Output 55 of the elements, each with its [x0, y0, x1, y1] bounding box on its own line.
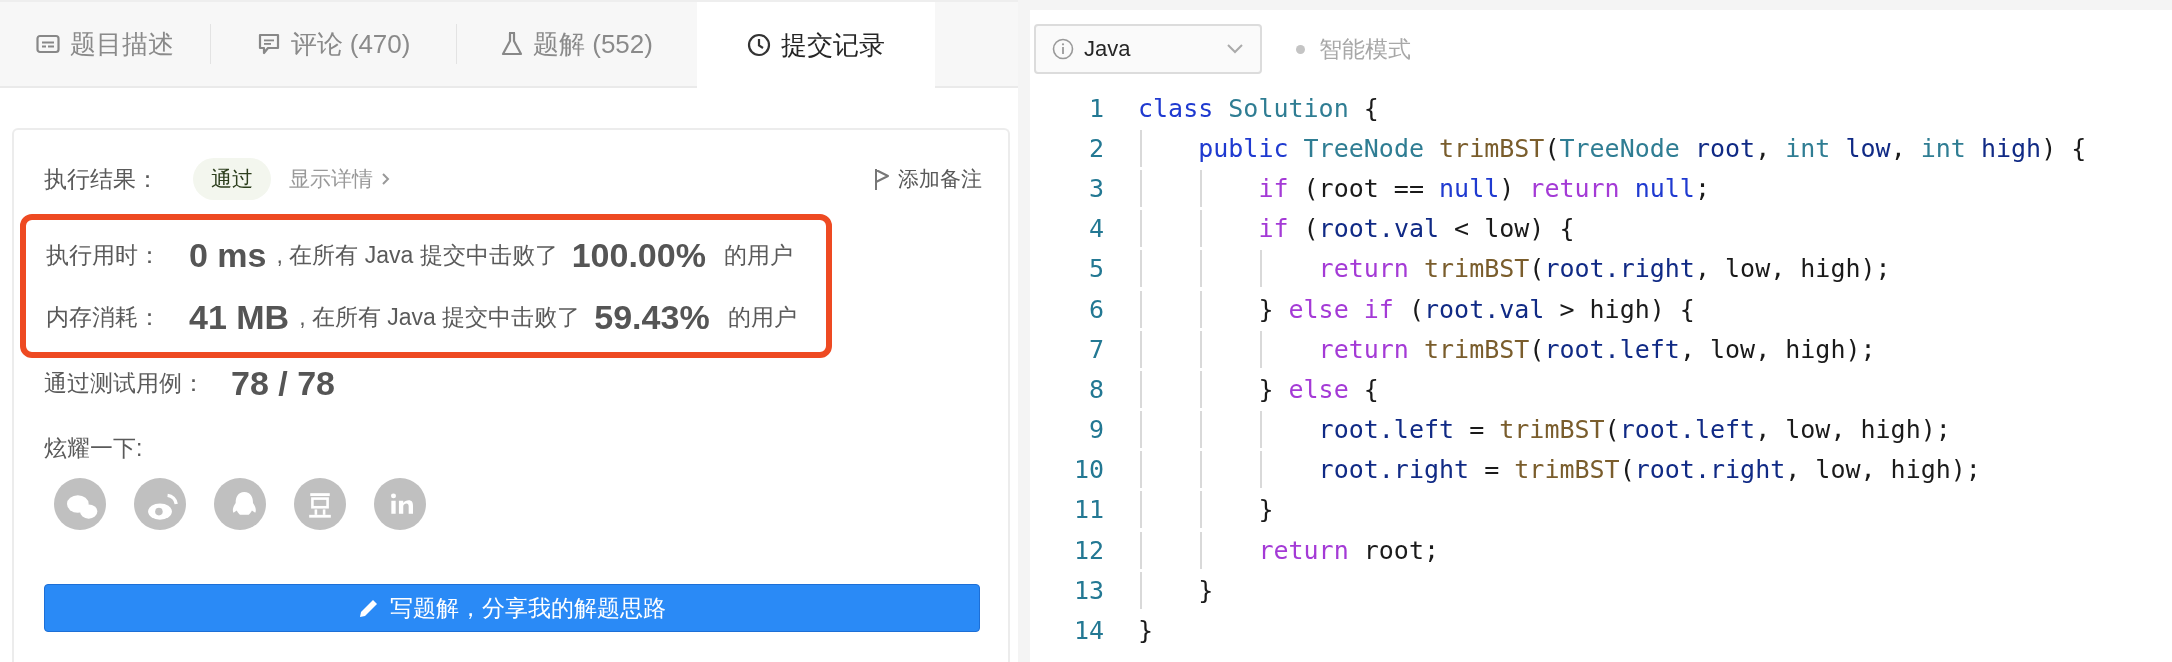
stat-label: 执行用时：: [46, 240, 161, 270]
caret-icon: [1226, 43, 1244, 55]
language-dropdown[interactable]: Java: [1034, 24, 1262, 74]
line-number: 2: [1087, 133, 1104, 163]
description-icon: [36, 34, 60, 54]
line-number: 3: [1087, 173, 1104, 203]
stat-text: , 在所有 Java 提交中击败了: [276, 240, 558, 270]
comment-icon: [256, 32, 281, 56]
line-number: 8: [1087, 374, 1104, 404]
code-line: }: [1138, 616, 1154, 646]
details-link[interactable]: 显示详情: [289, 165, 391, 193]
line-number: 6: [1087, 294, 1104, 324]
stat-percent: 100.00%: [571, 235, 706, 275]
add-note-button[interactable]: 添加备注: [874, 165, 982, 193]
flask-icon: [501, 31, 524, 57]
line-number: 1: [1087, 93, 1104, 123]
tab[interactable]: 题目描述: [0, 2, 210, 86]
line-number: 9: [1087, 415, 1104, 445]
stat-text: , 在所有 Java 提交中击败了: [299, 302, 581, 332]
chevron-icon: [381, 172, 391, 186]
line-number: 7: [1087, 334, 1104, 364]
stat-text: 的用户: [723, 240, 793, 270]
linkedin-icon[interactable]: [374, 478, 426, 530]
stat-percent: 59.43%: [594, 297, 710, 337]
stat-text: 的用户: [727, 302, 797, 332]
write-solution-button[interactable]: 写题解，分享我的解题思路: [44, 584, 980, 632]
weibo-icon[interactable]: [134, 478, 186, 530]
line-number: 13: [1072, 575, 1104, 605]
share-label: 炫耀一下:: [44, 434, 143, 463]
line-number: 14: [1072, 616, 1104, 646]
line-number: 11: [1072, 495, 1104, 525]
tab[interactable]: 提交记录: [697, 2, 935, 88]
penguin-icon[interactable]: [214, 478, 266, 530]
flag-icon: [874, 167, 890, 191]
status-dot: [1296, 44, 1305, 54]
line-number: 5: [1087, 254, 1104, 284]
wechat-icon[interactable]: [54, 478, 106, 530]
tests-label: 通过测试用例：: [44, 369, 205, 398]
line-number: 10: [1072, 455, 1104, 485]
douban-icon[interactable]: [294, 478, 346, 530]
clock-icon: [747, 33, 771, 57]
stat-value: 41 MB: [189, 297, 290, 337]
line-number: 12: [1072, 535, 1104, 565]
code-line: class Solution {: [1138, 93, 1379, 123]
tests-value: 78 / 78: [231, 364, 335, 403]
stat-value: 0 ms: [189, 235, 267, 275]
result-label: 执行结果：: [44, 164, 159, 194]
stat-label: 内存消耗：: [46, 302, 161, 332]
info-icon: [1052, 38, 1074, 60]
status-badge: 通过: [193, 158, 271, 200]
line-number: 4: [1087, 214, 1104, 244]
tab[interactable]: 题解 (552): [457, 2, 697, 86]
mode-label: 智能模式: [1319, 34, 1411, 64]
pencil-icon: [358, 597, 380, 619]
tab[interactable]: 评论 (470): [211, 2, 456, 86]
